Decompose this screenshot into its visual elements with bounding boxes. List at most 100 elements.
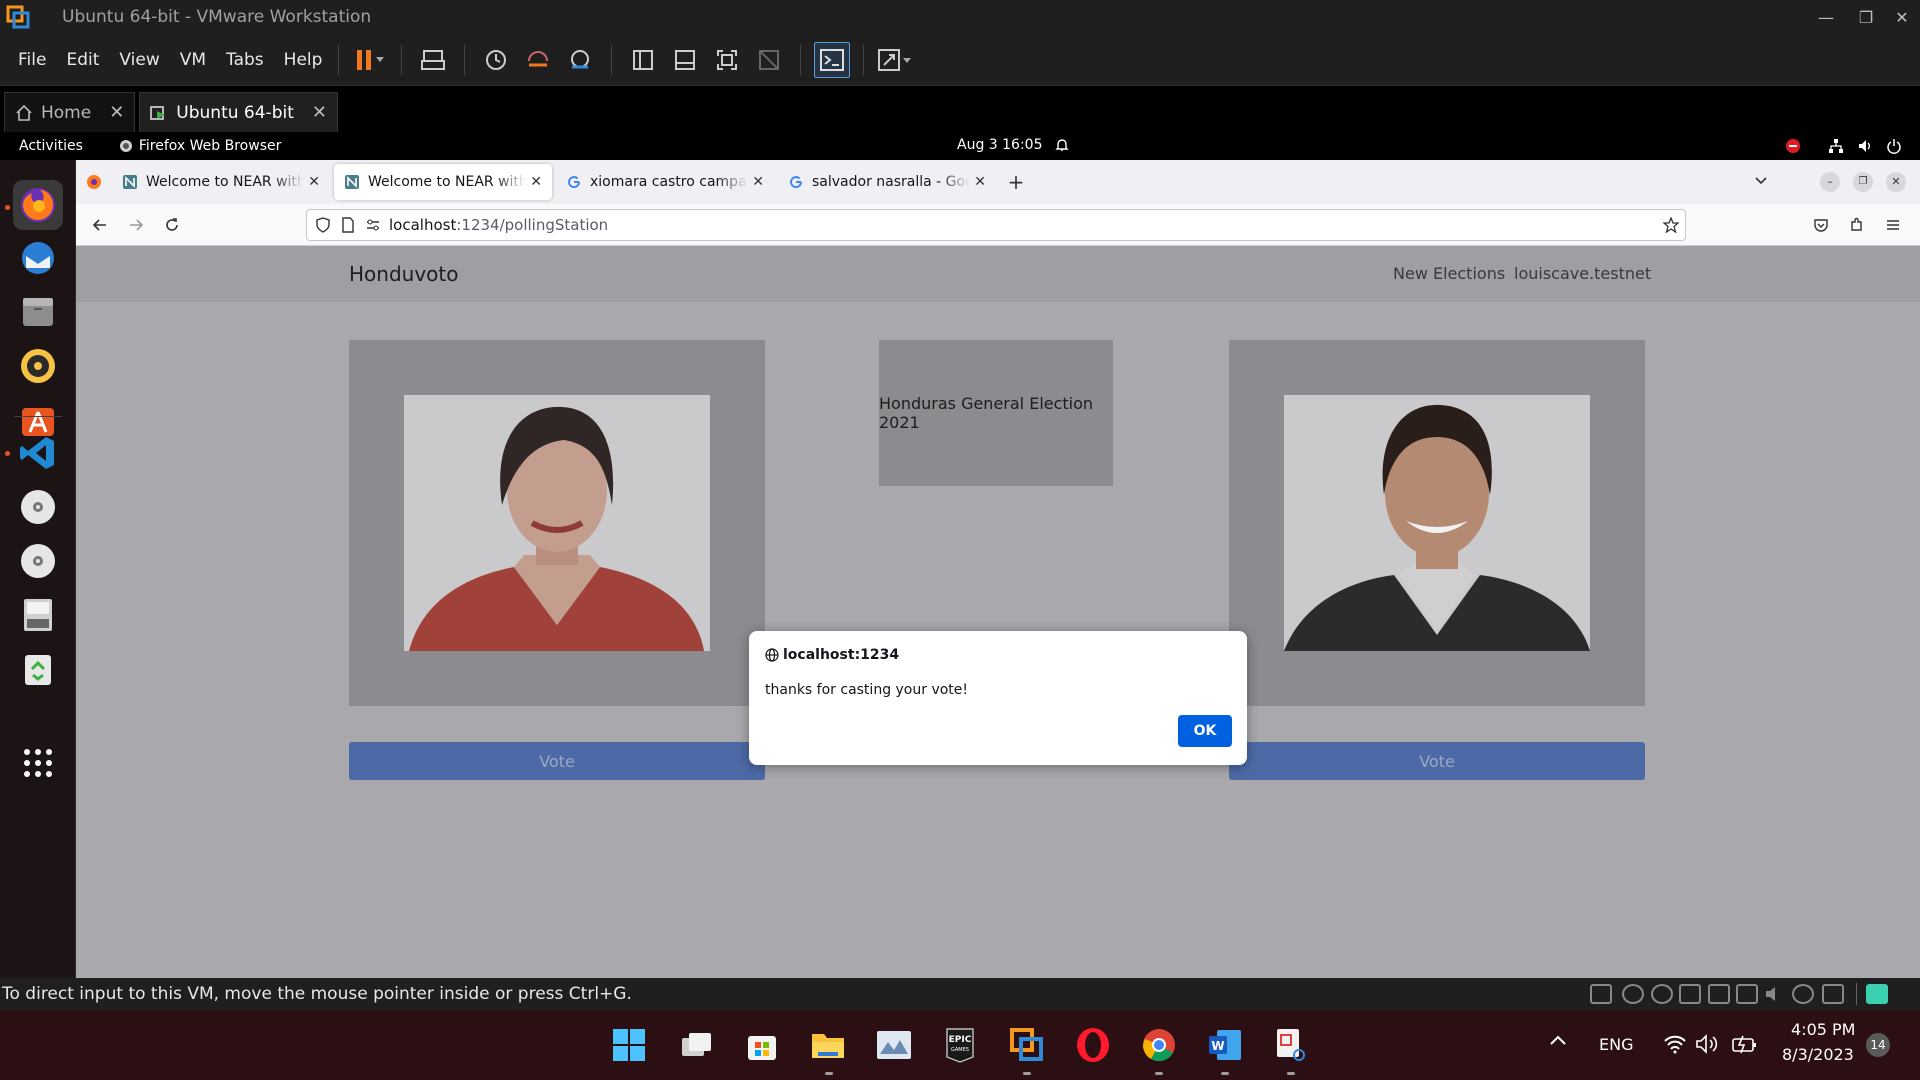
- page-info-icon[interactable]: [341, 217, 355, 233]
- menu-view[interactable]: View: [117, 50, 161, 70]
- pocket-icon[interactable]: [1813, 217, 1829, 233]
- close-tab-icon[interactable]: ✕: [308, 174, 320, 190]
- task-view-icon[interactable]: [678, 1027, 714, 1063]
- full-screen-icon[interactable]: [709, 42, 745, 78]
- photos-icon[interactable]: [876, 1027, 912, 1063]
- power-icon[interactable]: [1886, 138, 1902, 154]
- snapshot-manager-icon[interactable]: [562, 42, 598, 78]
- list-all-tabs-icon[interactable]: [1753, 172, 1769, 188]
- trash-icon[interactable]: [13, 644, 63, 694]
- printer-icon[interactable]: [1736, 984, 1758, 1004]
- notification-badge[interactable]: 14: [1866, 1033, 1890, 1057]
- snipping-tool-icon[interactable]: [1273, 1027, 1309, 1063]
- menu-edit[interactable]: Edit: [64, 50, 101, 70]
- close-tab-icon[interactable]: ✕: [530, 174, 542, 190]
- revert-snapshot-icon[interactable]: [520, 42, 556, 78]
- wifi-icon[interactable]: [1663, 1034, 1687, 1054]
- nav-account[interactable]: louiscave.testnet: [1514, 264, 1651, 283]
- menu-file[interactable]: File: [16, 50, 48, 70]
- close-tab-icon[interactable]: ✕: [752, 174, 764, 190]
- close-tab-icon[interactable]: ✕: [312, 102, 327, 123]
- usb-icon[interactable]: [1792, 984, 1814, 1004]
- network-adapter-icon[interactable]: [1708, 984, 1730, 1004]
- vscode-dock-icon[interactable]: [13, 428, 63, 478]
- new-tab-plus-icon[interactable]: +: [1000, 170, 1032, 194]
- pause-icon[interactable]: [352, 42, 388, 78]
- sound-card-icon[interactable]: [1764, 984, 1786, 1004]
- message-log-icon[interactable]: [1866, 984, 1888, 1004]
- activities-button[interactable]: Activities: [19, 138, 83, 154]
- extensions-icon[interactable]: [1849, 217, 1865, 233]
- volume-icon[interactable]: [1857, 138, 1873, 154]
- tracking-shield-icon[interactable]: [315, 217, 331, 233]
- cd-drive-icon[interactable]: [13, 482, 63, 532]
- rhythmbox-dock-icon[interactable]: [13, 341, 63, 391]
- disk-drive-icon[interactable]: [13, 590, 63, 640]
- taskbar-time[interactable]: 4:05 PM: [1791, 1020, 1855, 1039]
- send-ctrl-alt-del-icon[interactable]: [415, 42, 451, 78]
- opera-icon[interactable]: [1075, 1027, 1111, 1063]
- vmware-taskbar-icon[interactable]: [1009, 1027, 1045, 1063]
- battery-charging-icon[interactable]: [1731, 1034, 1759, 1054]
- chrome-icon[interactable]: [1141, 1027, 1177, 1063]
- menu-tabs[interactable]: Tabs: [224, 50, 266, 70]
- taskbar-date[interactable]: 8/3/2023: [1782, 1045, 1854, 1064]
- files-dock-icon[interactable]: [13, 287, 63, 337]
- close-tab-icon[interactable]: ✕: [109, 102, 124, 123]
- hamburger-menu-icon[interactable]: [1885, 217, 1901, 233]
- cd-dvd-icon[interactable]: [1651, 984, 1673, 1004]
- nav-new-elections[interactable]: New Elections: [1393, 264, 1505, 283]
- browser-tab-active[interactable]: Welcome to NEAR with React ✕: [334, 164, 552, 200]
- close-window-button[interactable]: ✕: [1882, 0, 1920, 34]
- do-not-disturb-icon[interactable]: [1785, 138, 1801, 154]
- input-language[interactable]: ENG: [1599, 1035, 1633, 1054]
- show-hidden-icons-chevron-icon[interactable]: [1549, 1034, 1567, 1046]
- vote-button-right[interactable]: Vote: [1229, 742, 1645, 780]
- browser-tab[interactable]: xiomara castro campaña ✕: [556, 164, 774, 200]
- minimize-button[interactable]: —: [1806, 0, 1846, 34]
- minimize-icon[interactable]: –: [1820, 172, 1840, 192]
- bookmark-star-icon[interactable]: [1663, 217, 1679, 233]
- vote-button-left[interactable]: Vote: [349, 742, 765, 780]
- cd-dvd-icon[interactable]: [1622, 984, 1644, 1004]
- snapshot-icon[interactable]: [478, 42, 514, 78]
- word-icon[interactable]: W: [1207, 1027, 1243, 1063]
- permissions-icon[interactable]: [365, 218, 381, 232]
- menu-vm[interactable]: VM: [178, 50, 208, 70]
- firefox-dock-icon[interactable]: [13, 180, 63, 230]
- site-brand[interactable]: Honduvoto: [349, 262, 458, 286]
- url-bar[interactable]: localhost:1234/pollingStation: [306, 209, 1686, 241]
- browser-tab[interactable]: Welcome to NEAR with React ✕: [112, 164, 330, 200]
- firefox-view-icon[interactable]: [76, 174, 112, 190]
- tab-ubuntu[interactable]: Ubuntu 64-bit ✕: [139, 92, 338, 132]
- back-arrow-icon[interactable]: [82, 209, 118, 241]
- clock[interactable]: Aug 3 16:05: [957, 137, 1043, 153]
- reload-icon[interactable]: [154, 209, 190, 241]
- restore-button[interactable]: ❐: [1846, 0, 1886, 34]
- floppy-icon[interactable]: [1679, 984, 1701, 1004]
- tab-home[interactable]: Home ✕: [4, 92, 136, 132]
- close-icon[interactable]: ✕: [1886, 172, 1906, 192]
- thunderbird-dock-icon[interactable]: [13, 233, 63, 283]
- browser-tab[interactable]: salvador nasralla - Google Search ✕: [778, 164, 996, 200]
- ok-button[interactable]: OK: [1178, 715, 1232, 747]
- console-view-icon[interactable]: [814, 41, 851, 78]
- file-explorer-icon[interactable]: [810, 1027, 846, 1063]
- app-menu[interactable]: Firefox Web Browser: [119, 138, 281, 154]
- library-view-icon[interactable]: [625, 42, 661, 78]
- cd-drive-icon[interactable]: [13, 536, 63, 586]
- network-icon[interactable]: [1828, 138, 1844, 154]
- hard-disk-icon[interactable]: [1590, 984, 1612, 1004]
- stretch-guest-icon[interactable]: [877, 42, 913, 78]
- menu-help[interactable]: Help: [282, 50, 325, 70]
- epic-games-icon[interactable]: EPIC GAMES: [942, 1027, 978, 1063]
- windows-start-icon[interactable]: [611, 1027, 647, 1063]
- unity-icon[interactable]: [751, 42, 787, 78]
- show-apps-icon[interactable]: [13, 738, 63, 788]
- restore-icon[interactable]: ❐: [1853, 172, 1873, 192]
- display-icon[interactable]: [1822, 984, 1844, 1004]
- forward-arrow-icon[interactable]: [118, 209, 154, 241]
- microsoft-store-icon[interactable]: [744, 1027, 780, 1063]
- thumbnail-view-icon[interactable]: [667, 42, 703, 78]
- speaker-icon[interactable]: [1695, 1034, 1721, 1054]
